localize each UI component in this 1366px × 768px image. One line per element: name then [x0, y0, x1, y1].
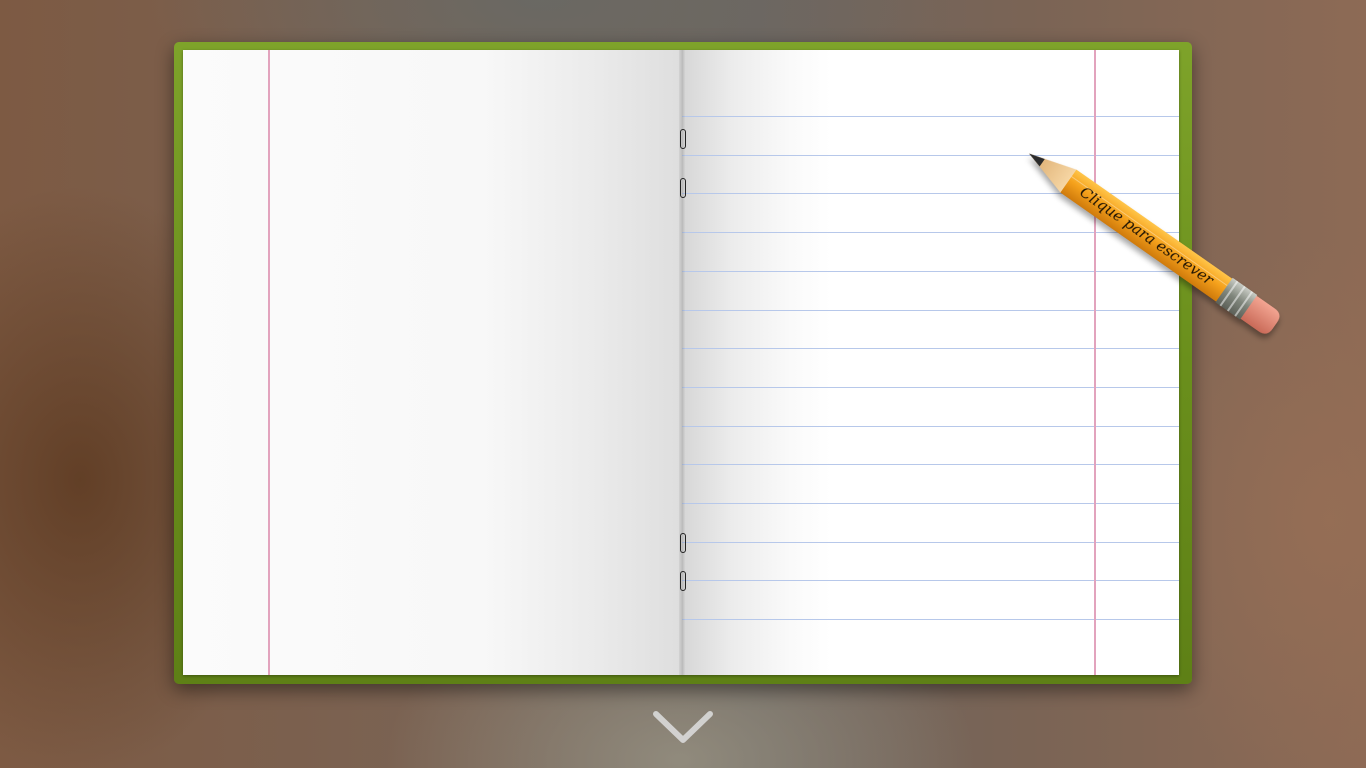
- staple-icon: [680, 533, 686, 553]
- staple-icon: [680, 129, 686, 149]
- staple-icon: [680, 571, 686, 591]
- ruled-line: [682, 503, 1179, 504]
- ruled-line: [682, 116, 1179, 117]
- ruled-line: [682, 155, 1179, 156]
- right-margin-line: [1094, 50, 1096, 675]
- left-margin-line: [268, 50, 270, 675]
- left-page: [183, 50, 682, 675]
- ruled-line: [682, 387, 1179, 388]
- ruled-line: [682, 426, 1179, 427]
- ruled-line: [682, 580, 1179, 581]
- ruled-line: [682, 271, 1179, 272]
- chevron-down-icon: [653, 711, 713, 743]
- ruled-line: [682, 464, 1179, 465]
- scroll-down-button[interactable]: [652, 708, 714, 748]
- notebook[interactable]: [183, 50, 1179, 675]
- ruled-line: [682, 310, 1179, 311]
- right-page[interactable]: [682, 50, 1179, 675]
- ruled-line: [682, 619, 1179, 620]
- ruled-line: [682, 542, 1179, 543]
- ruled-line: [682, 348, 1179, 349]
- staple-icon: [680, 178, 686, 198]
